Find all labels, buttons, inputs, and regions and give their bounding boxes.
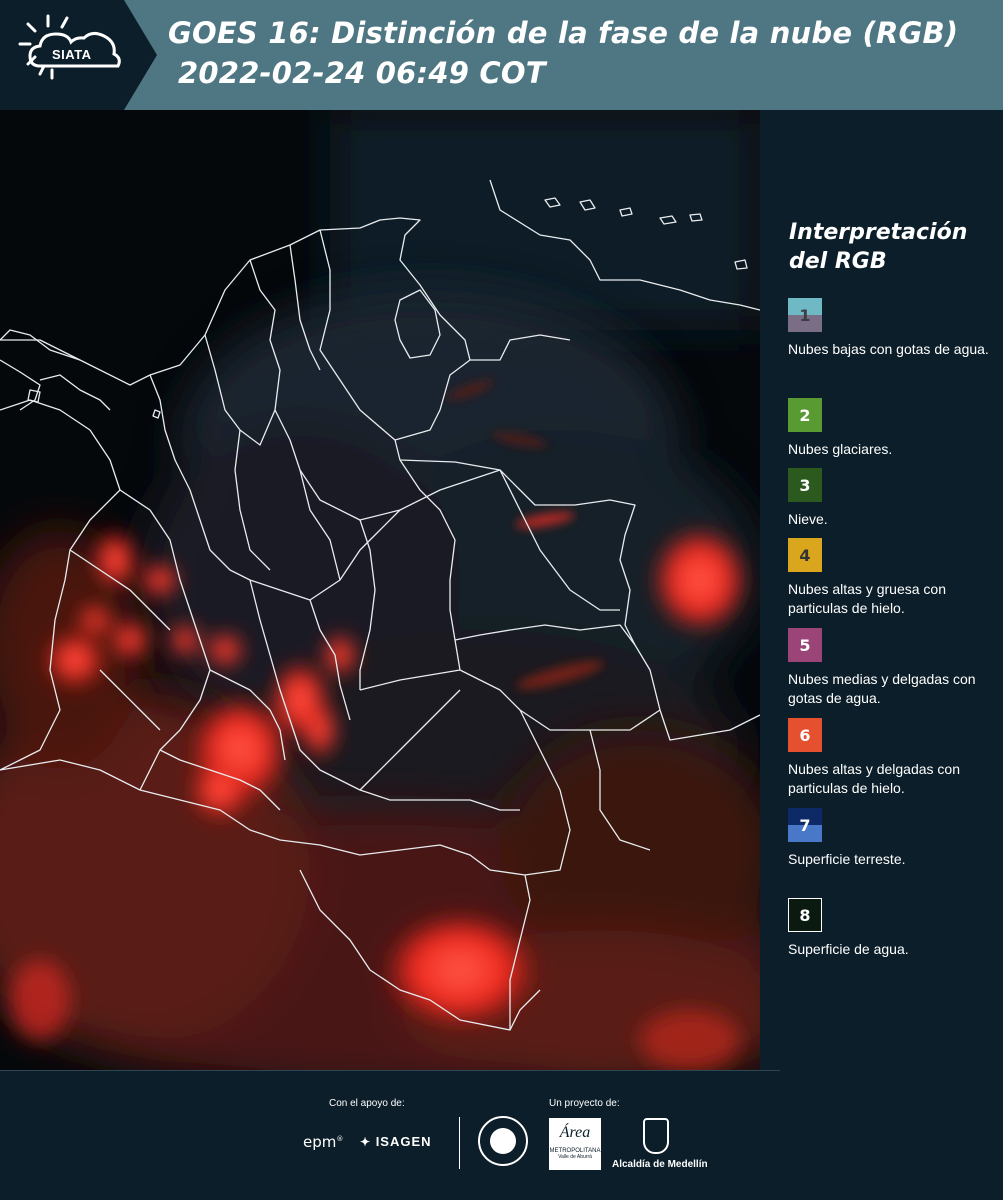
- isagen-logo: ✦ ISAGEN: [360, 1134, 432, 1149]
- legend-item: 1 Nubes bajas con gotas de agua.: [788, 298, 1003, 359]
- legend-item: 7 Superficie terreste.: [788, 808, 1003, 869]
- legend-panel: Interpretación del RGB 1 Nubes bajas con …: [770, 110, 1000, 1070]
- legend-swatch: 2: [788, 398, 822, 432]
- legend-label: Nieve.: [788, 511, 828, 527]
- footer-bar: Con el apoyo de: Un proyecto de: epm® ✦ …: [0, 1070, 1003, 1200]
- legend-swatch: 3: [788, 468, 822, 502]
- legend-label: Superficie de agua.: [788, 941, 909, 957]
- legend-number: 6: [799, 725, 811, 745]
- legend-item: 6 Nubes altas y delgadas con particulas d…: [788, 718, 1003, 798]
- legend-number: 1: [799, 305, 811, 325]
- legend-number: 5: [799, 635, 811, 655]
- area-logo-title: Área: [559, 1124, 591, 1141]
- epm-logo: epm®: [303, 1133, 344, 1151]
- area-metropolitana-logo: Área METROPOLITANA Valle de Aburrá: [549, 1118, 601, 1170]
- legend-item: 3 Nieve.: [788, 468, 1003, 529]
- legend-title-line2: del RGB: [789, 249, 887, 274]
- legend-swatch: 8: [788, 898, 822, 932]
- legend-swatch: 6: [788, 718, 822, 752]
- legend-label: Nubes bajas con gotas de agua.: [788, 341, 989, 357]
- legend-label: Nubes glaciares.: [788, 441, 893, 457]
- legend-label: Nubes medias y delgadas con gotas de agu…: [788, 671, 976, 706]
- epm-logo-text: epm: [303, 1133, 337, 1151]
- legend-item: 8 Superficie de agua.: [788, 898, 1003, 959]
- area-logo-subtitle2: Valle de Aburrá: [558, 1154, 592, 1160]
- alcaldia-logo-text: Alcaldía de Medellín: [612, 1159, 708, 1170]
- legend-swatch: 5: [788, 628, 822, 662]
- legend-swatch: 1: [788, 298, 822, 332]
- legend-label: Superficie terreste.: [788, 851, 906, 867]
- footer-divider-line: [0, 1070, 780, 1071]
- support-label: Con el apoyo de:: [329, 1098, 405, 1109]
- isagen-mark-icon: ✦: [360, 1135, 372, 1149]
- siata-brand-text: SIATA: [52, 47, 92, 62]
- legend-title-line1: Interpretación: [789, 220, 968, 245]
- legend-title: Interpretación del RGB: [789, 218, 989, 276]
- legend-label: Nubes altas y delgadas con particulas de…: [788, 761, 960, 796]
- footer-separator: [459, 1117, 460, 1169]
- legend-number: 4: [799, 545, 811, 565]
- siata-logo-tab: SIATA: [0, 0, 160, 110]
- page-title: GOES 16: Distinción de la fase de la nub…: [168, 16, 959, 50]
- project-label: Un proyecto de:: [549, 1098, 620, 1109]
- alcaldia-shield-icon: [643, 1118, 669, 1154]
- header-bar: SIATA GOES 16: Distinción de la fase de …: [0, 0, 1003, 110]
- legend-number: 8: [799, 905, 811, 925]
- legend-number: 2: [799, 405, 811, 425]
- legend-item: 4 Nubes altas y gruesa con particulas de …: [788, 538, 1003, 618]
- legend-item: 2 Nubes glaciares.: [788, 398, 1003, 459]
- metro-seal-icon: [478, 1116, 528, 1166]
- legend-number: 7: [799, 815, 811, 835]
- legend-item: 5 Nubes medias y delgadas con gotas de ag…: [788, 628, 1003, 708]
- page-timestamp: 2022-02-24 06:49 COT: [178, 56, 546, 90]
- legend-label: Nubes altas y gruesa con particulas de h…: [788, 581, 946, 616]
- isagen-logo-text: ISAGEN: [375, 1134, 432, 1149]
- legend-swatch: 7: [788, 808, 822, 842]
- satellite-rgb-map: [0, 110, 760, 1070]
- legend-number: 3: [799, 475, 811, 495]
- legend-swatch: 4: [788, 538, 822, 572]
